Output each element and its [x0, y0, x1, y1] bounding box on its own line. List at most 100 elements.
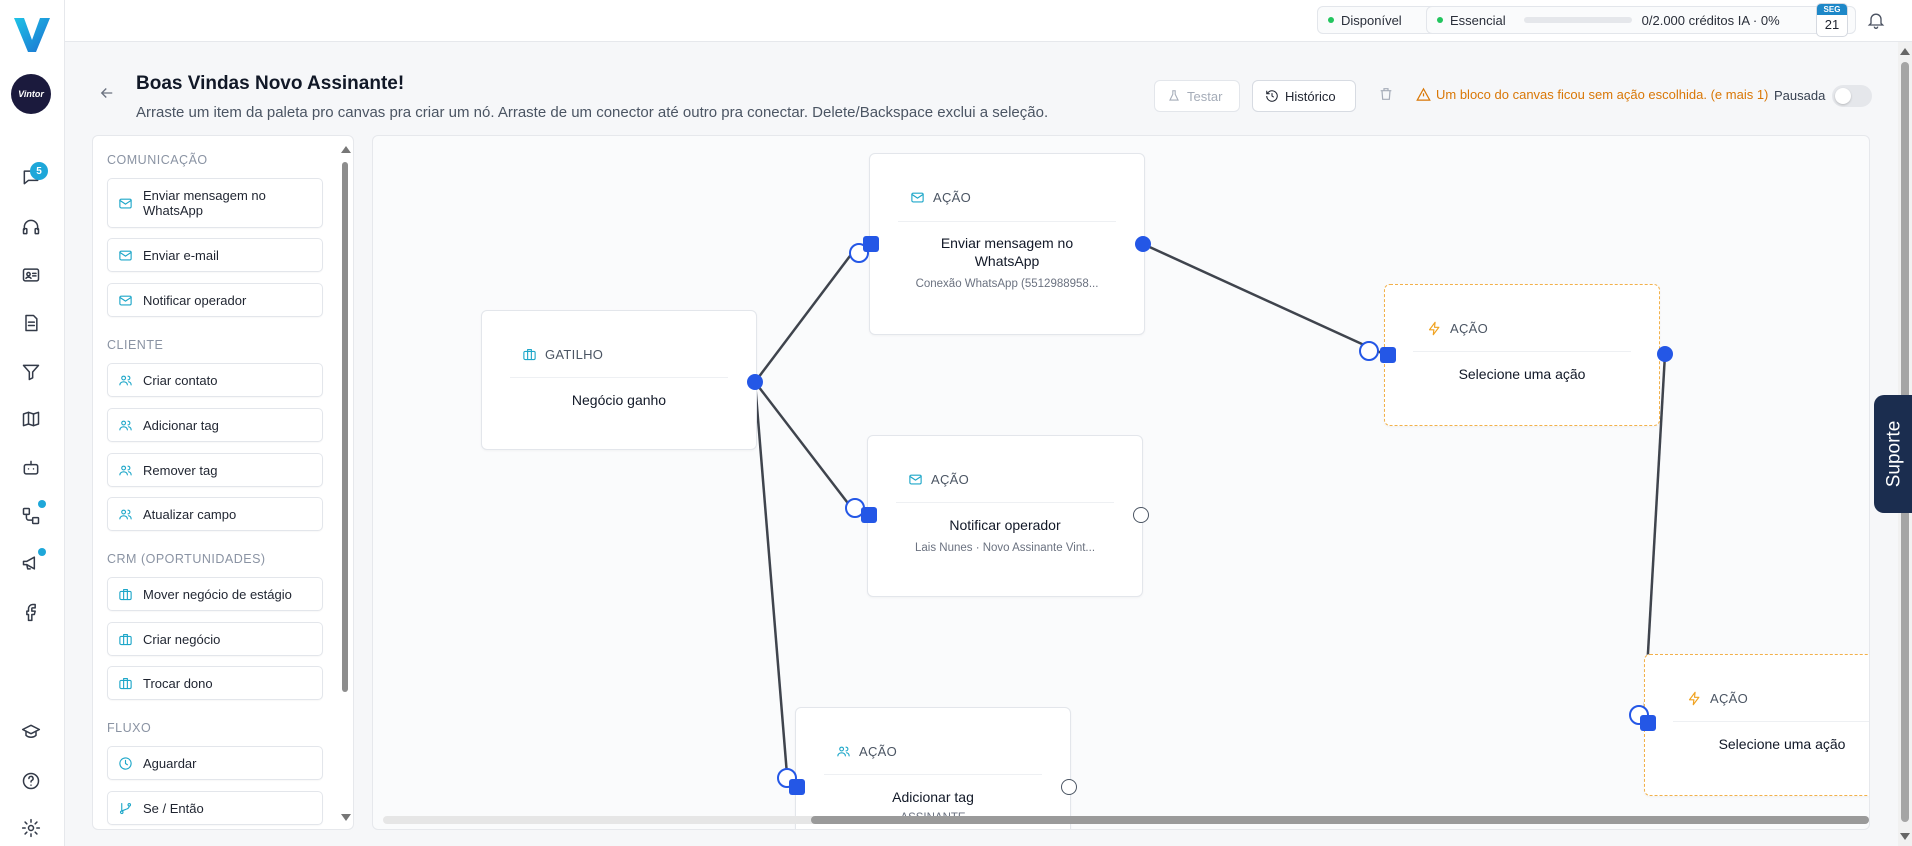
settings-gear-icon[interactable]: [20, 817, 42, 839]
scroll-up-icon[interactable]: [341, 146, 351, 153]
notify-input-port[interactable]: [861, 507, 877, 523]
node-divider: [898, 221, 1116, 222]
trigger-output-port[interactable]: [747, 374, 763, 390]
palette-item-label: Enviar mensagem no WhatsApp: [143, 188, 266, 218]
flow-canvas[interactable]: GATILHO Negócio ganho AÇÃO Enviar mensag…: [372, 135, 1870, 830]
palette-scrollbar[interactable]: [339, 140, 351, 827]
whatsapp-output-port[interactable]: [1135, 236, 1151, 252]
palette-item-if-then[interactable]: Se / Então: [107, 791, 323, 825]
plan-dot: [1437, 17, 1443, 23]
status-dot: [1328, 17, 1334, 23]
node-trigger[interactable]: GATILHO Negócio ganho: [481, 310, 757, 450]
palette-item-remove-tag[interactable]: Remover tag: [107, 453, 323, 487]
lightning-icon: [1428, 321, 1440, 336]
section-crm: CRM (OPORTUNIDADES): [107, 552, 266, 566]
whatsapp-input-port[interactable]: [863, 236, 879, 252]
contact-card-icon[interactable]: [20, 264, 42, 286]
scroll-up-icon[interactable]: [1900, 48, 1910, 55]
palette-item-whatsapp[interactable]: Enviar mensagem no WhatsApp: [107, 178, 323, 228]
palette-item-label: Aguardar: [143, 755, 197, 771]
map-icon[interactable]: [20, 408, 42, 430]
node-title: Selecione uma ação: [1458, 366, 1586, 382]
workflow-dot: [38, 500, 46, 508]
facebook-icon[interactable]: [20, 601, 42, 623]
palette-item-move-deal[interactable]: Mover negócio de estágio: [107, 577, 323, 611]
node-subtitle: Lais Nunes · Novo Assinante Vint...: [914, 542, 1096, 554]
palette-item-email[interactable]: Enviar e-mail: [107, 238, 323, 272]
credits-progress-bar: [1523, 17, 1632, 23]
calendar-weekday: SEG: [1817, 4, 1847, 15]
node-action-empty-1[interactable]: AÇÃO Selecione uma ação: [1384, 284, 1660, 426]
palette-item-update-field[interactable]: Atualizar campo: [107, 497, 323, 531]
funnel-icon[interactable]: [20, 361, 42, 383]
flask-icon: [1169, 90, 1179, 101]
scroll-down-icon[interactable]: [1900, 833, 1910, 840]
scroll-down-icon[interactable]: [341, 814, 351, 821]
section-fluxo: FLUXO: [107, 721, 152, 735]
notify-output-port[interactable]: [1133, 507, 1149, 523]
trash-icon[interactable]: [1378, 86, 1396, 104]
node-action-empty-2[interactable]: AÇÃO Selecione uma ação: [1644, 654, 1869, 796]
megaphone-icon[interactable]: [20, 552, 42, 574]
edge-trigger-to-whatsapp: [754, 243, 860, 383]
node-kind: AÇÃO: [1710, 691, 1749, 706]
action1-input-port[interactable]: [1380, 347, 1396, 363]
plan-credits-pill[interactable]: Essencial 0/2.000 créditos IA · 0%: [1426, 6, 1856, 34]
logo-icon[interactable]: [12, 14, 52, 54]
node-action-whatsapp[interactable]: AÇÃO Enviar mensagem no WhatsApp Conexão…: [869, 153, 1145, 335]
tag-input-port[interactable]: [789, 779, 805, 795]
back-arrow-icon[interactable]: [98, 84, 118, 104]
palette-item-notify[interactable]: Notificar operador: [107, 283, 323, 317]
mail-icon: [911, 192, 924, 203]
palette-item-label: Notificar operador: [143, 292, 247, 308]
history-icon: [1266, 90, 1278, 102]
palette-item-add-tag[interactable]: Adicionar tag: [107, 408, 323, 442]
bell-icon[interactable]: [1866, 10, 1886, 30]
node-header: AÇÃO: [1687, 691, 1748, 706]
robot-icon[interactable]: [20, 457, 42, 479]
palette-item-label: Se / Então: [143, 800, 204, 816]
palette-item-label: Trocar dono: [143, 675, 213, 691]
node-action-notify[interactable]: AÇÃO Notificar operador Lais Nunes · Nov…: [867, 435, 1143, 597]
page-subtitle: Arraste um item da paleta pro canvas pra…: [136, 104, 1049, 121]
palette-item-wait[interactable]: Aguardar: [107, 746, 323, 780]
palette-item-create-deal[interactable]: Criar negócio: [107, 622, 323, 656]
document-icon[interactable]: [20, 312, 42, 334]
graduation-cap-icon[interactable]: [20, 721, 42, 743]
headset-icon[interactable]: [20, 216, 42, 238]
users-icon: [837, 746, 850, 757]
section-comunicacao: COMUNICAÇÃO: [107, 153, 208, 167]
users-icon: [119, 465, 132, 475]
node-header: AÇÃO: [1427, 321, 1488, 336]
calendar-widget[interactable]: SEG 21: [1816, 3, 1848, 37]
warning-triangle-icon: [1416, 87, 1431, 101]
history-label: Histórico: [1285, 88, 1336, 104]
palette-item-create-contact[interactable]: Criar contato: [107, 363, 323, 397]
warning-text: Um bloco do canvas ficou sem ação escolh…: [1436, 87, 1769, 102]
node-action-tag[interactable]: AÇÃO Adicionar tag ASSINANTE: [795, 707, 1071, 829]
tag-output-port[interactable]: [1061, 779, 1077, 795]
help-icon[interactable]: [20, 770, 42, 792]
page-title: Boas Vindas Novo Assinante!: [136, 73, 405, 94]
avatar[interactable]: Vintor: [11, 74, 51, 114]
palette-item-change-owner[interactable]: Trocar dono: [107, 666, 323, 700]
palette-item-label: Mover negócio de estágio: [143, 586, 292, 602]
node-palette: COMUNICAÇÃO Enviar mensagem no WhatsApp …: [92, 135, 354, 830]
action1-output-port[interactable]: [1657, 346, 1673, 362]
node-kind: AÇÃO: [1450, 321, 1489, 336]
history-button[interactable]: Histórico: [1252, 80, 1356, 112]
action1-input-ring[interactable]: [1359, 341, 1379, 361]
scroll-thumb[interactable]: [811, 816, 1869, 824]
briefcase-icon: [119, 588, 132, 600]
status-label: Disponível: [1341, 12, 1402, 28]
workflow-icon[interactable]: [20, 505, 42, 527]
palette-scroll-thumb[interactable]: [342, 162, 348, 692]
users-icon: [119, 420, 132, 430]
paused-toggle[interactable]: [1832, 85, 1872, 107]
briefcase-icon: [119, 633, 132, 645]
mail-icon: [119, 250, 132, 260]
test-button[interactable]: Testar: [1154, 80, 1240, 112]
support-button[interactable]: Suporte: [1874, 395, 1912, 513]
canvas-horizontal-scrollbar[interactable]: [383, 813, 1869, 825]
action2-input-port[interactable]: [1640, 715, 1656, 731]
